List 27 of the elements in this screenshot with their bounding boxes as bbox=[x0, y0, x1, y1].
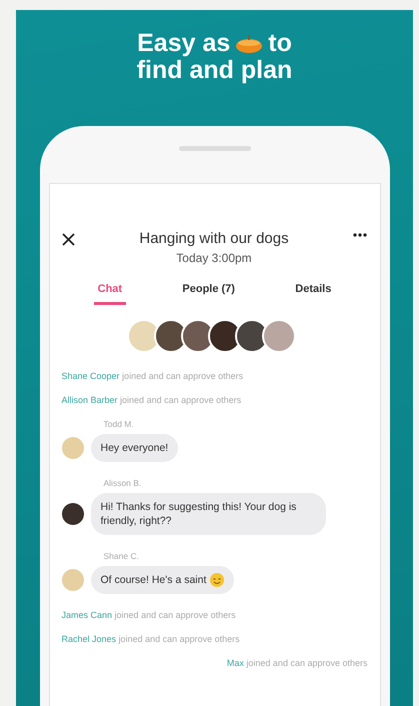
headline-text: to bbox=[268, 30, 292, 57]
avatar bbox=[62, 437, 84, 459]
sender-name: Todd M. bbox=[104, 419, 135, 429]
tab[interactable]: People (7) bbox=[178, 279, 239, 305]
smiley-icon bbox=[210, 573, 224, 587]
headline-text: find and plan bbox=[136, 57, 292, 84]
message-bubble: Hi! Thanks for suggesting this! Your dog is friendly, right?? bbox=[90, 493, 326, 535]
close-button[interactable] bbox=[62, 233, 74, 246]
avatar bbox=[62, 569, 84, 591]
system-message: Max joined and can approve others bbox=[226, 658, 368, 668]
more-button[interactable] bbox=[353, 233, 368, 237]
sender-name: Alisson B. bbox=[104, 478, 142, 488]
avatar bbox=[62, 503, 84, 525]
speaker-grille bbox=[178, 146, 250, 151]
event-time: Today 3:00pm bbox=[176, 251, 252, 265]
message-bubble: Of course! He's a saint bbox=[90, 566, 234, 594]
system-message: Allison Barber joined and can approve others bbox=[62, 395, 242, 405]
system-message: Shane Cooper joined and can approve others bbox=[62, 371, 244, 381]
tab[interactable]: Chat bbox=[94, 279, 126, 305]
sender-name: Shane C. bbox=[104, 551, 140, 561]
headline-text: Easy as bbox=[137, 30, 230, 57]
event-title: Hanging with our dogs bbox=[139, 230, 289, 247]
system-message: Rachel Jones joined and can approve others bbox=[62, 634, 241, 644]
system-message: James Cann joined and can approve others bbox=[62, 610, 237, 620]
message-bubble: Hey everyone! bbox=[90, 434, 178, 462]
tab[interactable]: Details bbox=[291, 279, 336, 305]
pumpkin-icon bbox=[235, 32, 264, 54]
